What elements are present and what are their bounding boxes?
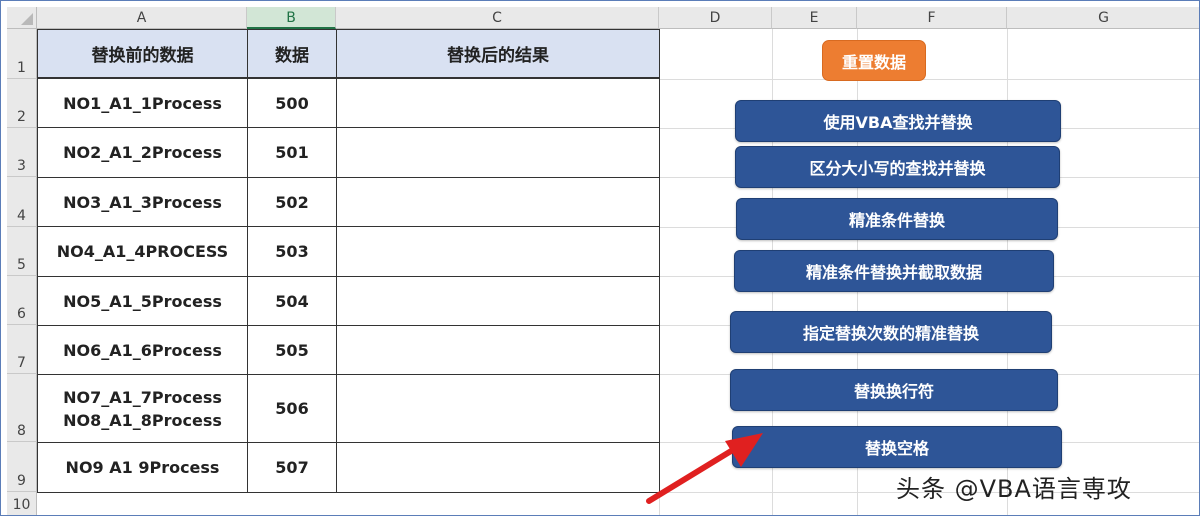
watermark-text: 头条 @VBA语言専攻 xyxy=(896,475,1132,503)
red-arrow-icon xyxy=(646,433,763,504)
spreadsheet-window: A B C D E F G 1 2 3 4 5 6 7 8 9 10 替换前的数… xyxy=(0,0,1200,516)
